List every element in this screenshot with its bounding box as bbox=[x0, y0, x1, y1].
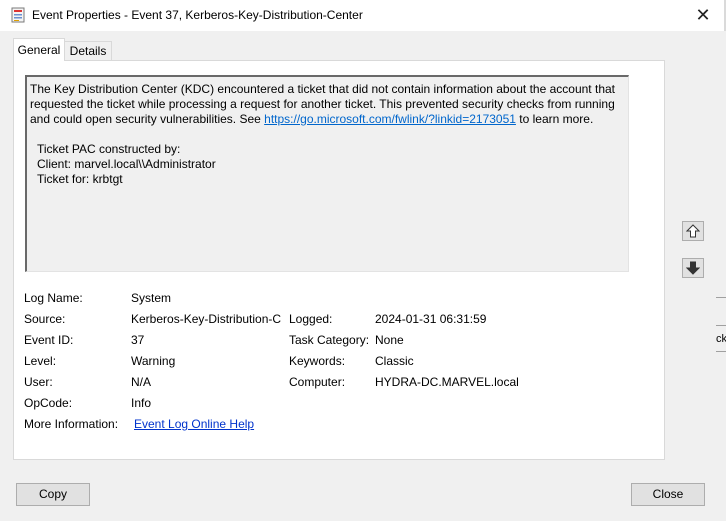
description-line: Ticket for: krbtgt bbox=[37, 172, 123, 186]
keywords-value: Classic bbox=[375, 354, 414, 368]
event-log-online-help-link[interactable]: Event Log Online Help bbox=[134, 417, 254, 431]
user-label: User: bbox=[24, 375, 53, 389]
task-category-value: None bbox=[375, 333, 404, 347]
next-event-button[interactable] bbox=[682, 258, 704, 278]
tab-general[interactable]: General bbox=[13, 38, 65, 61]
arrow-up-icon bbox=[686, 224, 700, 238]
keywords-label: Keywords: bbox=[289, 354, 346, 368]
event-description-box[interactable]: The Key Distribution Center (KDC) encoun… bbox=[25, 75, 629, 272]
close-button[interactable]: Close bbox=[631, 483, 705, 506]
previous-event-button[interactable] bbox=[682, 221, 704, 241]
event-id-value: 37 bbox=[131, 333, 145, 347]
window-title: Event Properties - Event 37, Kerberos-Ke… bbox=[32, 8, 363, 22]
copy-button[interactable]: Copy bbox=[16, 483, 90, 506]
description-line: Client: marvel.local\\Administrator bbox=[37, 157, 216, 171]
background-window-text: ck bbox=[716, 333, 726, 345]
level-value: Warning bbox=[131, 354, 176, 368]
user-value: N/A bbox=[131, 375, 152, 389]
edge-divider bbox=[716, 351, 726, 352]
opcode-value: Info bbox=[131, 396, 152, 410]
level-label: Level: bbox=[24, 354, 57, 368]
opcode-label: OpCode: bbox=[24, 396, 73, 410]
logged-value: 2024-01-31 06:31:59 bbox=[375, 312, 487, 326]
event-id-label: Event ID: bbox=[24, 333, 74, 347]
log-name-label: Log Name: bbox=[24, 291, 83, 305]
description-link[interactable]: https://go.microsoft.com/fwlink/?linkid=… bbox=[264, 112, 516, 126]
arrow-down-icon bbox=[686, 261, 700, 275]
edge-divider bbox=[716, 325, 726, 326]
log-name-value: System bbox=[131, 291, 172, 305]
source-value: Kerberos-Key-Distribution-C bbox=[131, 312, 282, 326]
source-label: Source: bbox=[24, 312, 66, 326]
more-information-label: More Information: bbox=[24, 417, 119, 431]
logged-label: Logged: bbox=[289, 312, 333, 326]
description-line: Ticket PAC constructed by: bbox=[37, 142, 181, 156]
event-viewer-icon bbox=[11, 7, 25, 23]
description-paragraph: The Key Distribution Center (KDC) encoun… bbox=[30, 82, 626, 127]
computer-label: Computer: bbox=[289, 375, 346, 389]
edge-divider bbox=[716, 297, 726, 298]
description-text-end: to learn more. bbox=[515, 112, 594, 126]
computer-value: HYDRA-DC.MARVEL.local bbox=[375, 375, 519, 389]
task-category-label: Task Category: bbox=[289, 333, 370, 347]
tab-details[interactable]: Details bbox=[64, 41, 112, 61]
close-icon[interactable]: ✕ bbox=[690, 4, 716, 26]
